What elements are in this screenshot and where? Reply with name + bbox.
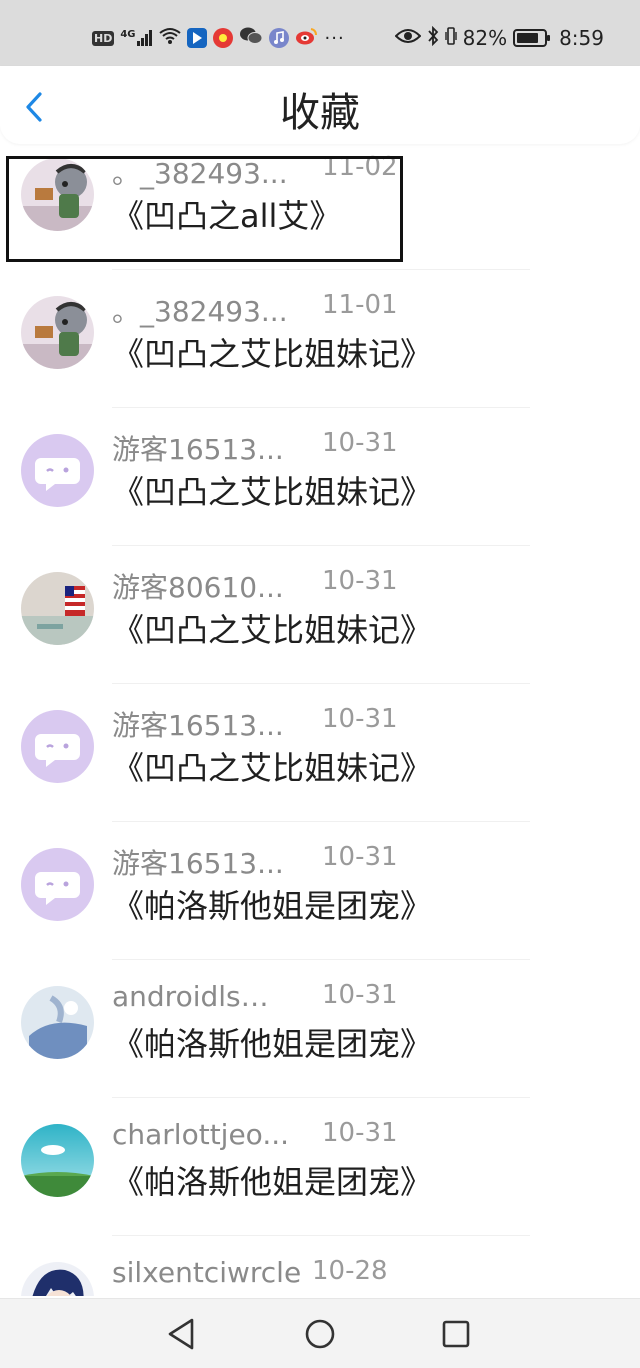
user-avatar[interactable] xyxy=(21,1124,94,1197)
favorite-item[interactable]: 游客80610... 10-31 《凹凸之艾比姐妹记》 xyxy=(0,560,640,698)
eye-comfort-icon xyxy=(394,26,422,50)
item-date: 10-31 xyxy=(322,842,398,872)
nav-recents-button[interactable] xyxy=(436,1314,476,1354)
user-avatar[interactable] xyxy=(21,1262,94,1296)
row-divider xyxy=(112,683,530,684)
user-avatar[interactable] xyxy=(21,710,94,783)
square-recents-icon xyxy=(442,1320,470,1348)
favorites-list: 。_382493... 11-02 《凹凸之all艾》 。_382493... 11-0… xyxy=(0,146,640,1296)
row-divider xyxy=(112,821,530,822)
cellular-signal-icon: 4G xyxy=(120,30,152,46)
item-username: 游客16513... xyxy=(112,847,284,880)
item-username: 游客80610... xyxy=(112,571,284,604)
app-header: 收藏 xyxy=(0,66,640,144)
row-divider xyxy=(112,407,530,408)
user-avatar[interactable] xyxy=(21,848,94,921)
item-book-title: 《凹凸之艾比姐妹记》 xyxy=(112,473,433,511)
user-avatar[interactable] xyxy=(21,572,94,645)
music-app-icon xyxy=(268,28,289,48)
item-book-title: 《凹凸之艾比姐妹记》 xyxy=(112,335,433,373)
item-username: 游客16513... xyxy=(112,433,284,466)
favorite-item[interactable]: 。_382493... 11-01 《凹凸之艾比姐妹记》 xyxy=(0,284,640,422)
user-avatar[interactable] xyxy=(21,158,94,231)
favorite-item[interactable]: silxentciwrcle 10-28 xyxy=(0,1250,640,1296)
nav-home-button[interactable] xyxy=(300,1314,340,1354)
item-date: 10-31 xyxy=(322,1118,398,1148)
row-divider xyxy=(112,959,530,960)
hd-indicator: HD xyxy=(92,30,115,46)
page-title: 收藏 xyxy=(280,90,360,136)
circle-home-icon xyxy=(305,1319,335,1349)
row-divider xyxy=(112,1235,530,1236)
status-bar-right: 82% 8:59 xyxy=(394,24,604,52)
item-date: 11-02 xyxy=(322,152,398,182)
favorite-item[interactable]: 游客16513... 10-31 《凹凸之艾比姐妹记》 xyxy=(0,422,640,560)
item-username: charlottjeo... xyxy=(112,1118,290,1151)
bluetooth-icon xyxy=(427,25,439,51)
item-book-title: 《凹凸之艾比姐妹记》 xyxy=(112,611,433,649)
battery-percent: 82% xyxy=(462,26,508,50)
network-type-label: 4G xyxy=(120,29,136,40)
item-date: 10-28 xyxy=(312,1256,388,1286)
user-avatar[interactable] xyxy=(21,434,94,507)
user-avatar[interactable] xyxy=(21,986,94,1059)
item-username: androidlsm... xyxy=(112,980,292,1013)
wifi-icon xyxy=(158,27,181,49)
battery-icon xyxy=(513,29,551,47)
item-username: 。_382493... xyxy=(112,295,288,328)
item-book-title: 《帕洛斯他姐是团宠》 xyxy=(112,1163,433,1201)
item-book-title: 《帕洛斯他姐是团宠》 xyxy=(112,887,433,925)
item-book-title: 《帕洛斯他姐是团宠》 xyxy=(112,1025,433,1063)
item-book-title: 《凹凸之all艾》 xyxy=(112,197,342,235)
user-avatar[interactable] xyxy=(21,296,94,369)
item-username: silxentciwrcle xyxy=(112,1256,302,1289)
weibo-icon xyxy=(295,26,319,50)
status-bar: HD 4G ··· 82% 8:59 xyxy=(0,0,640,66)
vibrate-icon xyxy=(444,26,457,51)
item-username: 游客16513... xyxy=(112,709,284,742)
status-bar-left: HD 4G ··· xyxy=(92,24,345,52)
wechat-icon xyxy=(239,26,263,50)
row-divider xyxy=(112,545,530,546)
nav-back-button[interactable] xyxy=(162,1314,202,1354)
item-date: 10-31 xyxy=(322,428,398,458)
favorite-item[interactable]: 游客16513... 10-31 《帕洛斯他姐是团宠》 xyxy=(0,836,640,974)
favorite-item[interactable]: 。_382493... 11-02 《凹凸之all艾》 xyxy=(0,146,640,284)
more-notifications-indicator: ··· xyxy=(324,27,345,49)
row-divider xyxy=(112,269,530,270)
status-time: 8:59 xyxy=(559,26,604,50)
news-app-icon xyxy=(212,28,233,48)
system-navigation-bar xyxy=(0,1298,640,1368)
item-date: 10-31 xyxy=(322,704,398,734)
item-date: 10-31 xyxy=(322,566,398,596)
favorite-item[interactable]: androidlsm... 10-31 《帕洛斯他姐是团宠》 xyxy=(0,974,640,1112)
triangle-back-icon xyxy=(168,1318,194,1350)
favorite-item[interactable]: 游客16513... 10-31 《凹凸之艾比姐妹记》 xyxy=(0,698,640,836)
favorite-item[interactable]: charlottjeo... 10-31 《帕洛斯他姐是团宠》 xyxy=(0,1112,640,1250)
item-date: 10-31 xyxy=(322,980,398,1010)
navigation-app-icon xyxy=(186,28,207,48)
item-book-title: 《凹凸之艾比姐妹记》 xyxy=(112,749,433,787)
item-username: 。_382493... xyxy=(112,157,288,190)
item-date: 11-01 xyxy=(322,290,398,320)
row-divider xyxy=(112,1097,530,1098)
